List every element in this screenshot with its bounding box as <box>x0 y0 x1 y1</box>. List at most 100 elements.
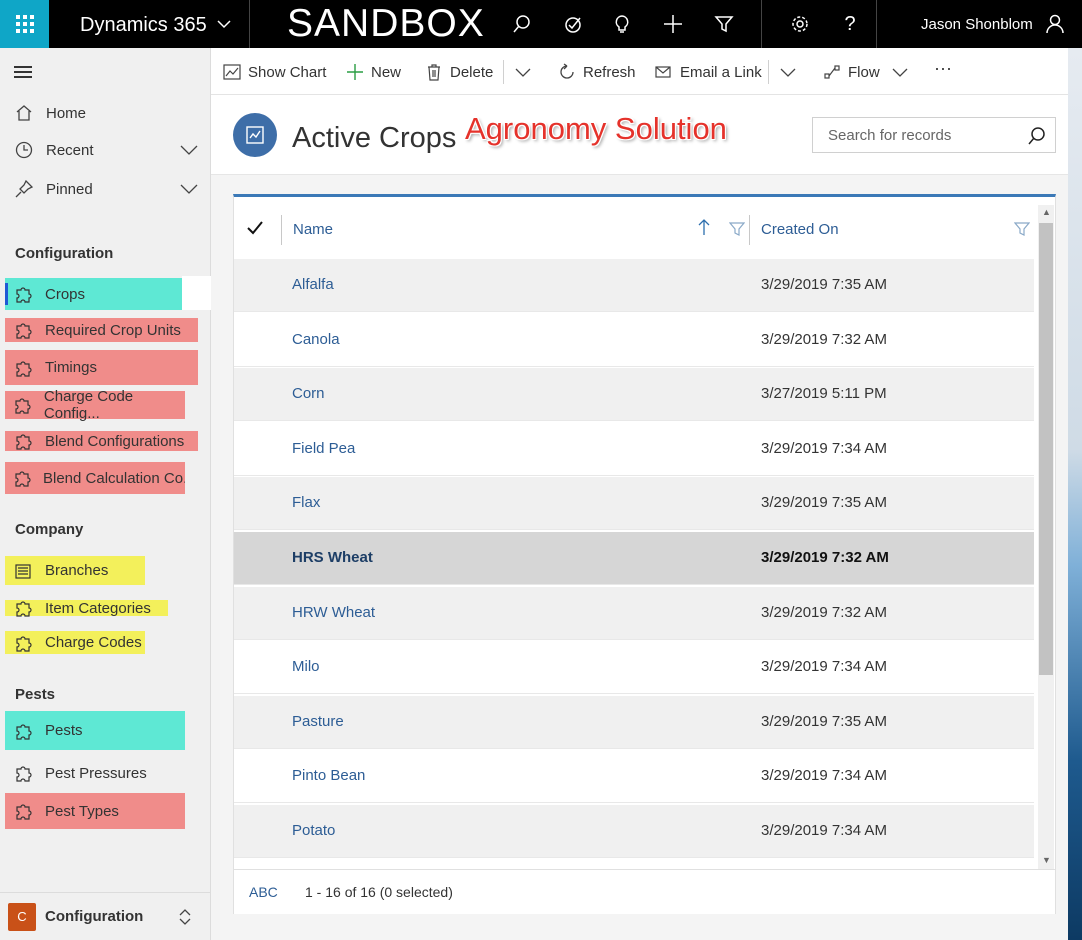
grid-header: Name Created On <box>234 197 1034 259</box>
record-name-link[interactable]: Alfalfa <box>292 276 334 293</box>
hamburger-menu-icon[interactable] <box>14 66 32 81</box>
area-switcher[interactable]: C Configuration <box>0 892 210 940</box>
search-input[interactable] <box>814 119 1014 151</box>
search-icon[interactable] <box>1027 126 1047 146</box>
page-title[interactable]: Active Crops <box>292 122 456 155</box>
sidebar-item-label: Blend Configurations <box>45 432 185 450</box>
nav-home[interactable]: Home <box>14 102 198 124</box>
created-on-cell: 3/29/2019 7:32 AM <box>761 604 887 621</box>
alphabet-filter-link[interactable]: ABC <box>249 884 278 900</box>
lightbulb-icon[interactable] <box>610 12 634 36</box>
search-icon[interactable] <box>510 12 534 36</box>
delete-label: Delete <box>450 63 494 81</box>
puzzle-icon <box>13 468 31 488</box>
sidebar-item-crops[interactable]: Crops <box>5 278 182 310</box>
created-on-cell: 3/29/2019 7:34 AM <box>761 658 887 675</box>
scroll-down-icon[interactable]: ▼ <box>1042 855 1051 865</box>
table-row[interactable]: Corn 3/27/2019 5:11 PM <box>234 368 1034 421</box>
chevron-updown-icon[interactable] <box>178 907 192 927</box>
sidebar-item-item-categories[interactable]: Item Categories <box>5 599 168 617</box>
column-header-created-on[interactable]: Created On <box>761 221 839 238</box>
sort-ascending-icon[interactable] <box>697 217 711 237</box>
sidebar-item-charge-codes[interactable]: Charge Codes <box>5 631 145 654</box>
help-icon[interactable]: ? <box>838 12 862 36</box>
plus-icon <box>345 62 365 82</box>
record-name-link[interactable]: Pasture <box>292 713 344 730</box>
record-name-link[interactable]: Field Pea <box>292 440 355 457</box>
email-dropdown-button[interactable] <box>780 62 796 82</box>
record-name-link[interactable]: Flax <box>292 494 320 511</box>
table-row[interactable]: Potato 3/29/2019 7:34 AM <box>234 805 1034 858</box>
flow-button[interactable]: Flow <box>822 62 908 82</box>
delete-button[interactable]: Delete <box>424 62 493 82</box>
task-icon[interactable] <box>561 12 585 36</box>
column-header-name[interactable]: Name <box>293 221 333 238</box>
table-row[interactable]: Alfalfa 3/29/2019 7:35 AM <box>234 259 1034 312</box>
puzzle-icon <box>13 801 33 821</box>
app-name[interactable]: Dynamics 365 <box>80 14 207 37</box>
sidebar-item-label: Charge Code Config... <box>43 388 134 422</box>
sidebar-item-branches[interactable]: Branches <box>5 556 145 585</box>
email-link-label: Email a Link <box>680 63 762 81</box>
sidebar-item-label: Item Categories <box>45 599 151 617</box>
user-name[interactable]: Jason Shonblom <box>921 16 1033 33</box>
user-icon[interactable] <box>1043 12 1067 36</box>
sidebar-item-charge-code-config[interactable]: Charge Code Config... <box>5 388 185 422</box>
created-on-cell: 3/29/2019 7:35 AM <box>761 494 887 511</box>
select-all-checkmark-icon[interactable] <box>246 219 264 237</box>
email-link-button[interactable]: Email a Link <box>654 62 762 82</box>
table-row[interactable]: Pinto Bean 3/29/2019 7:34 AM <box>234 750 1034 803</box>
record-name-link[interactable]: Corn <box>292 385 325 402</box>
refresh-button[interactable]: Refresh <box>557 62 636 82</box>
table-row[interactable]: Field Pea 3/29/2019 7:34 AM <box>234 423 1034 476</box>
more-dropdown-button[interactable] <box>515 62 531 82</box>
sidebar-item-pest-types[interactable]: Pest Types <box>5 793 185 829</box>
created-on-cell: 3/29/2019 7:34 AM <box>761 767 887 784</box>
table-row[interactable]: Canola 3/29/2019 7:32 AM <box>234 314 1034 367</box>
sidebar-item-label: Crops <box>45 285 86 303</box>
filter-icon[interactable] <box>1014 221 1030 237</box>
chevron-down-icon[interactable] <box>216 12 232 36</box>
table-row[interactable]: Pasture 3/29/2019 7:35 AM <box>234 696 1034 749</box>
show-chart-button[interactable]: Show Chart <box>222 62 326 82</box>
table-row[interactable]: Flax 3/29/2019 7:35 AM <box>234 477 1034 530</box>
sidebar-item-pest-pressures[interactable]: Pest Pressures <box>5 758 185 788</box>
sidebar-item-required-crop-units[interactable]: Required Crop Units <box>5 318 198 342</box>
gear-icon[interactable] <box>788 12 812 36</box>
sidebar-item-label: Charge Codes <box>45 634 142 651</box>
table-row[interactable]: Milo 3/29/2019 7:34 AM <box>234 641 1034 694</box>
sidebar-item-timings[interactable]: Timings <box>5 350 198 385</box>
puzzle-icon <box>13 320 33 340</box>
record-name-link[interactable]: HRS Wheat <box>292 549 373 566</box>
scrollbar-thumb[interactable] <box>1039 223 1053 675</box>
record-name-link[interactable]: Milo <box>292 658 320 675</box>
record-name-link[interactable]: Pinto Bean <box>292 767 365 784</box>
plus-icon[interactable] <box>661 12 685 36</box>
record-name-link[interactable]: HRW Wheat <box>292 604 375 621</box>
table-row[interactable]: HRW Wheat 3/29/2019 7:32 AM <box>234 587 1034 640</box>
sidebar-item-pests[interactable]: Pests <box>5 711 185 750</box>
puzzle-icon <box>13 633 33 653</box>
sidebar-item-blend-configurations[interactable]: Blend Configurations <box>5 431 198 451</box>
created-on-cell: 3/29/2019 7:32 AM <box>761 549 889 566</box>
overflow-menu-button[interactable]: ··· <box>934 58 952 78</box>
chevron-down-icon[interactable] <box>180 141 198 159</box>
waffle-icon <box>15 15 34 33</box>
chevron-down-icon[interactable] <box>180 180 198 198</box>
new-button[interactable]: New <box>345 62 401 82</box>
refresh-label: Refresh <box>583 63 636 81</box>
new-label: New <box>371 63 402 81</box>
nav-label: Home <box>46 104 87 122</box>
filter-icon[interactable] <box>729 221 745 237</box>
sidebar-item-blend-calculation-codes[interactable]: Blend Calculation Co... <box>5 462 185 494</box>
nav-recent[interactable]: Recent <box>14 139 198 161</box>
scroll-up-icon[interactable]: ▲ <box>1042 207 1051 217</box>
nav-pinned[interactable]: Pinned <box>14 178 198 200</box>
table-row-selected[interactable]: HRS Wheat 3/29/2019 7:32 AM <box>234 532 1034 585</box>
app-launcher-button[interactable] <box>0 0 49 48</box>
vertical-scrollbar[interactable]: ▲ ▼ <box>1038 205 1054 869</box>
record-name-link[interactable]: Canola <box>292 331 340 348</box>
record-name-link[interactable]: Potato <box>292 822 335 839</box>
created-on-cell: 3/29/2019 7:35 AM <box>761 713 887 730</box>
filter-icon[interactable] <box>712 12 736 36</box>
